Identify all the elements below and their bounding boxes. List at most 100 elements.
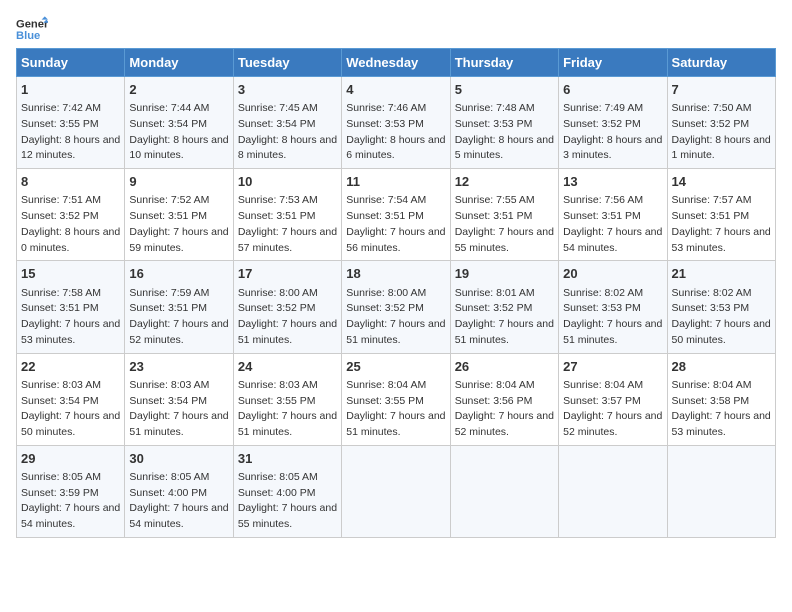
day-number: 5 (455, 81, 554, 99)
calendar-cell: 23 Sunrise: 8:03 AMSunset: 3:54 PMDayligh… (125, 353, 233, 445)
calendar-cell (667, 445, 775, 537)
day-detail: Sunrise: 7:54 AMSunset: 3:51 PMDaylight:… (346, 194, 445, 253)
day-number: 31 (238, 450, 337, 468)
day-number: 4 (346, 81, 445, 99)
svg-text:Blue: Blue (16, 30, 40, 42)
calendar-header-row: SundayMondayTuesdayWednesdayThursdayFrid… (17, 49, 776, 77)
day-number: 8 (21, 173, 120, 191)
calendar-cell: 6 Sunrise: 7:49 AMSunset: 3:52 PMDaylight… (559, 77, 667, 169)
day-detail: Sunrise: 7:53 AMSunset: 3:51 PMDaylight:… (238, 194, 337, 253)
day-detail: Sunrise: 8:01 AMSunset: 3:52 PMDaylight:… (455, 287, 554, 346)
day-detail: Sunrise: 8:05 AMSunset: 4:00 PMDaylight:… (129, 471, 228, 530)
day-detail: Sunrise: 7:52 AMSunset: 3:51 PMDaylight:… (129, 194, 228, 253)
day-detail: Sunrise: 7:50 AMSunset: 3:52 PMDaylight:… (672, 102, 771, 161)
calendar-cell: 11 Sunrise: 7:54 AMSunset: 3:51 PMDayligh… (342, 169, 450, 261)
day-number: 21 (672, 265, 771, 283)
day-detail: Sunrise: 7:57 AMSunset: 3:51 PMDaylight:… (672, 194, 771, 253)
day-number: 11 (346, 173, 445, 191)
calendar-cell: 14 Sunrise: 7:57 AMSunset: 3:51 PMDayligh… (667, 169, 775, 261)
day-detail: Sunrise: 8:02 AMSunset: 3:53 PMDaylight:… (563, 287, 662, 346)
day-detail: Sunrise: 8:00 AMSunset: 3:52 PMDaylight:… (346, 287, 445, 346)
col-header-saturday: Saturday (667, 49, 775, 77)
day-detail: Sunrise: 7:48 AMSunset: 3:53 PMDaylight:… (455, 102, 554, 161)
day-detail: Sunrise: 7:42 AMSunset: 3:55 PMDaylight:… (21, 102, 120, 161)
day-detail: Sunrise: 7:49 AMSunset: 3:52 PMDaylight:… (563, 102, 662, 161)
week-row-5: 29 Sunrise: 8:05 AMSunset: 3:59 PMDayligh… (17, 445, 776, 537)
day-number: 17 (238, 265, 337, 283)
calendar-cell: 20 Sunrise: 8:02 AMSunset: 3:53 PMDayligh… (559, 261, 667, 353)
col-header-wednesday: Wednesday (342, 49, 450, 77)
svg-text:General: General (16, 19, 48, 31)
day-number: 29 (21, 450, 120, 468)
col-header-tuesday: Tuesday (233, 49, 341, 77)
calendar-cell: 2 Sunrise: 7:44 AMSunset: 3:54 PMDaylight… (125, 77, 233, 169)
calendar-cell: 22Sunrise: 8:03 AMSunset: 3:54 PMDayligh… (17, 353, 125, 445)
day-number: 15 (21, 265, 120, 283)
calendar-cell: 17 Sunrise: 8:00 AMSunset: 3:52 PMDayligh… (233, 261, 341, 353)
logo-icon: General Blue (16, 16, 48, 44)
calendar-cell: 5 Sunrise: 7:48 AMSunset: 3:53 PMDaylight… (450, 77, 558, 169)
day-number: 6 (563, 81, 662, 99)
day-number: 12 (455, 173, 554, 191)
calendar-table: SundayMondayTuesdayWednesdayThursdayFrid… (16, 48, 776, 538)
day-number: 7 (672, 81, 771, 99)
week-row-1: 1 Sunrise: 7:42 AMSunset: 3:55 PMDaylight… (17, 77, 776, 169)
day-number: 20 (563, 265, 662, 283)
calendar-cell: 26Sunrise: 8:04 AMSunset: 3:56 PMDayligh… (450, 353, 558, 445)
day-detail: Sunrise: 8:05 AMSunset: 3:59 PMDaylight:… (21, 471, 120, 530)
calendar-cell: 12 Sunrise: 7:55 AMSunset: 3:51 PMDayligh… (450, 169, 558, 261)
col-header-sunday: Sunday (17, 49, 125, 77)
calendar-cell (342, 445, 450, 537)
calendar-cell: 29 Sunrise: 8:05 AMSunset: 3:59 PMDayligh… (17, 445, 125, 537)
day-number: 19 (455, 265, 554, 283)
day-detail: Sunrise: 8:05 AMSunset: 4:00 PMDaylight:… (238, 471, 337, 530)
day-number: 27 (563, 358, 662, 376)
day-number: 10 (238, 173, 337, 191)
day-number: 30 (129, 450, 228, 468)
calendar-cell: 21Sunrise: 8:02 AMSunset: 3:53 PMDayligh… (667, 261, 775, 353)
day-detail: Sunrise: 7:45 AMSunset: 3:54 PMDaylight:… (238, 102, 337, 161)
logo: General Blue (16, 16, 52, 44)
calendar-cell: 18 Sunrise: 8:00 AMSunset: 3:52 PMDayligh… (342, 261, 450, 353)
day-number: 14 (672, 173, 771, 191)
calendar-cell: 19 Sunrise: 8:01 AMSunset: 3:52 PMDayligh… (450, 261, 558, 353)
calendar-cell (559, 445, 667, 537)
calendar-cell (450, 445, 558, 537)
day-detail: Sunrise: 8:03 AMSunset: 3:54 PMDaylight:… (129, 379, 228, 438)
calendar-cell: 1 Sunrise: 7:42 AMSunset: 3:55 PMDaylight… (17, 77, 125, 169)
calendar-cell: 7 Sunrise: 7:50 AMSunset: 3:52 PMDaylight… (667, 77, 775, 169)
day-detail: Sunrise: 8:04 AMSunset: 3:57 PMDaylight:… (563, 379, 662, 438)
calendar-cell: 13Sunrise: 7:56 AMSunset: 3:51 PMDayligh… (559, 169, 667, 261)
day-number: 25 (346, 358, 445, 376)
calendar-cell: 25 Sunrise: 8:04 AMSunset: 3:55 PMDayligh… (342, 353, 450, 445)
calendar-cell: 30 Sunrise: 8:05 AMSunset: 4:00 PMDayligh… (125, 445, 233, 537)
calendar-body: 1 Sunrise: 7:42 AMSunset: 3:55 PMDaylight… (17, 77, 776, 538)
day-number: 1 (21, 81, 120, 99)
day-number: 3 (238, 81, 337, 99)
day-detail: Sunrise: 7:44 AMSunset: 3:54 PMDaylight:… (129, 102, 228, 161)
day-number: 18 (346, 265, 445, 283)
day-detail: Sunrise: 7:51 AMSunset: 3:52 PMDaylight:… (21, 194, 120, 253)
day-number: 16 (129, 265, 228, 283)
day-detail: Sunrise: 7:58 AMSunset: 3:51 PMDaylight:… (21, 287, 120, 346)
day-detail: Sunrise: 7:55 AMSunset: 3:51 PMDaylight:… (455, 194, 554, 253)
day-number: 26 (455, 358, 554, 376)
day-detail: Sunrise: 8:00 AMSunset: 3:52 PMDaylight:… (238, 287, 337, 346)
week-row-2: 8 Sunrise: 7:51 AMSunset: 3:52 PMDaylight… (17, 169, 776, 261)
calendar-cell: 28 Sunrise: 8:04 AMSunset: 3:58 PMDayligh… (667, 353, 775, 445)
day-number: 22 (21, 358, 120, 376)
day-number: 2 (129, 81, 228, 99)
calendar-cell: 8 Sunrise: 7:51 AMSunset: 3:52 PMDaylight… (17, 169, 125, 261)
calendar-cell: 4Sunrise: 7:46 AMSunset: 3:53 PMDaylight… (342, 77, 450, 169)
day-number: 23 (129, 358, 228, 376)
calendar-cell: 31 Sunrise: 8:05 AMSunset: 4:00 PMDayligh… (233, 445, 341, 537)
col-header-monday: Monday (125, 49, 233, 77)
day-detail: Sunrise: 7:56 AMSunset: 3:51 PMDaylight:… (563, 194, 662, 253)
calendar-cell: 16Sunrise: 7:59 AMSunset: 3:51 PMDayligh… (125, 261, 233, 353)
col-header-friday: Friday (559, 49, 667, 77)
week-row-4: 22 Sunrise: 8:03 AMSunset: 3:54 PMDayligh… (17, 353, 776, 445)
calendar-cell: 10 Sunrise: 7:53 AMSunset: 3:51 PMDayligh… (233, 169, 341, 261)
day-detail: Sunrise: 8:04 AMSunset: 3:58 PMDaylight:… (672, 379, 771, 438)
day-number: 28 (672, 358, 771, 376)
day-detail: Sunrise: 8:04 AMSunset: 3:55 PMDaylight:… (346, 379, 445, 438)
